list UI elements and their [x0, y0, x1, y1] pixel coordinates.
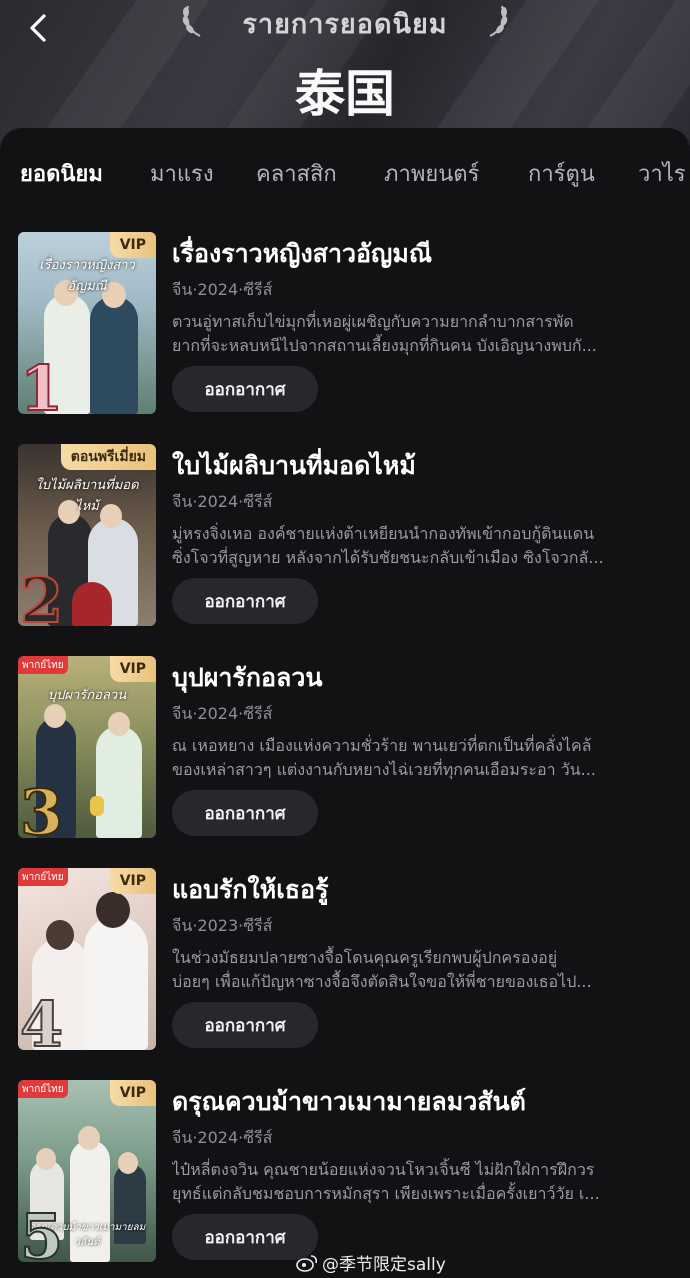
broadcast-button[interactable]: ออกอากาศ [172, 790, 318, 836]
list-item[interactable]: พากย์ไทย VIP 4 แอบรักให้เธอรู้ จีน·2023·… [18, 868, 678, 1050]
show-title[interactable]: ใบไม้ผลิบานที่มอดไหม้ [172, 446, 416, 486]
watermark-text: @季节限定sally [322, 1255, 446, 1275]
show-title[interactable]: บุปผารักอลวน [172, 658, 322, 698]
rank-number: 1 [19, 352, 64, 415]
laurel-icon [489, 5, 508, 37]
rank-number: 5 [19, 1200, 64, 1263]
category-tabs: ยอดนิยม มาแรง คลาสสิก ภาพยนตร์ การ์ตูน ว… [0, 128, 690, 216]
tab-trending[interactable]: มาแรง [150, 156, 214, 191]
thai-dub-badge: พากย์ไทย [18, 868, 68, 886]
description-line: มู่หรงจิ่งเหอ องค์ชายแห่งต้าเหยียนนำกองท… [172, 524, 595, 543]
description-line: ของเหล่าสาวๆ แต่งงานกับหยางไฉ่เวยที่ทุกค… [172, 760, 596, 779]
show-description: ในช่วงมัธยมปลายซางจื้อโดนคุณครูเรียกพบผู… [172, 946, 672, 994]
show-title[interactable]: เรื่องราวหญิงสาวอัญมณี [172, 234, 432, 274]
rank-number: 3 [19, 776, 64, 839]
poster-image[interactable]: ดรุณควบม้าขาวเมามายลมวสันต์ พากย์ไทย VIP… [18, 1080, 156, 1262]
description-line: บ่อยๆ เพื่อแก้ปัญหาซางจื้อจึงตัดสินใจขอใ… [172, 972, 592, 991]
tab-cartoon[interactable]: การ์ตูน [528, 156, 595, 191]
poster-image[interactable]: บุปผารักอลวน พากย์ไทย VIP 3 [18, 656, 156, 838]
show-meta: จีน·2023·ซีรีส์ [172, 916, 273, 935]
description-line: ยุทธ์แต่กลับชมชอบการหมักสุรา เพียงเพราะเ… [172, 1184, 600, 1203]
poster-title: เรื่องราวหญิงสาวอัญมณี [39, 258, 135, 294]
show-title[interactable]: ดรุณควบม้าขาวเมามายลมวสันต์ [172, 1082, 526, 1122]
show-meta: จีน·2024·ซีรีส์ [172, 280, 273, 299]
poster-title: บุปผารักอลวน [47, 688, 127, 703]
description-line: ตวนอู่ทาสเก็บไข่มุกที่เหอผู่เผชิญกับความ… [172, 312, 574, 331]
tab-classic[interactable]: คลาสสิก [256, 156, 337, 191]
tab-movies[interactable]: ภาพยนตร์ [384, 156, 479, 191]
show-meta: จีน·2024·ซีรีส์ [172, 492, 273, 511]
rank-number: 4 [19, 988, 64, 1051]
vip-badge: VIP [109, 868, 156, 894]
list-item[interactable]: ดรุณควบม้าขาวเมามายลมวสันต์ พากย์ไทย VIP… [18, 1080, 678, 1262]
rank-number: 2 [19, 564, 64, 627]
ranking-panel: ยอดนิยม มาแรง คลาสสิก ภาพยนตร์ การ์ตูน ว… [0, 128, 690, 1278]
show-description: ณ เหอหยาง เมืองแห่งความชั่วร้าย พานเยว่ท… [172, 734, 672, 782]
list-item[interactable]: เรื่องราวหญิงสาวอัญมณี VIP 1 เรื่องราวหญ… [18, 232, 678, 414]
poster-image[interactable]: พากย์ไทย VIP 4 [18, 868, 156, 1050]
broadcast-button[interactable]: ออกอากาศ [172, 1002, 318, 1048]
thai-dub-badge: พากย์ไทย [18, 1080, 68, 1098]
show-description: ไป๋หลี่ตงจวิน คุณชายน้อยแห่งจวนโหวเจิ้นซ… [172, 1158, 672, 1206]
poster-title: ใบไม้ผลิบานที่มอดไหม้ [35, 478, 139, 514]
country-title: 泰国 [295, 65, 395, 123]
show-meta: จีน·2024·ซีรีส์ [172, 704, 273, 723]
list-item[interactable]: ใบไม้ผลิบานที่มอดไหม้ ตอนพรีเมี่ยม 2 ใบไ… [18, 444, 678, 626]
show-meta: จีน·2024·ซีรีส์ [172, 1128, 273, 1147]
premium-badge: ตอนพรีเมี่ยม [60, 444, 156, 470]
ranking-label: รายการยอดนิยม [242, 9, 448, 40]
show-description: ตวนอู่ทาสเก็บไข่มุกที่เหอผู่เผชิญกับความ… [172, 310, 672, 358]
description-line: ไป๋หลี่ตงจวิน คุณชายน้อยแห่งจวนโหวเจิ้นซ… [172, 1160, 595, 1179]
thai-dub-badge: พากย์ไทย [18, 656, 68, 674]
broadcast-button[interactable]: ออกอากาศ [172, 578, 318, 624]
poster-image[interactable]: เรื่องราวหญิงสาวอัญมณี VIP 1 [18, 232, 156, 414]
show-title[interactable]: แอบรักให้เธอรู้ [172, 870, 329, 910]
vip-badge: VIP [109, 656, 156, 682]
poster-image[interactable]: ใบไม้ผลิบานที่มอดไหม้ ตอนพรีเมี่ยม 2 [18, 444, 156, 626]
description-line: ซิ่งโจวที่สูญหาย หลังจากได้รับชัยชนะกลับ… [172, 548, 604, 567]
tab-popular[interactable]: ยอดนิยม [20, 156, 103, 191]
description-line: ณ เหอหยาง เมืองแห่งความชั่วร้าย พานเยว่ท… [172, 736, 592, 755]
show-description: มู่หรงจิ่งเหอ องค์ชายแห่งต้าเหยียนนำกองท… [172, 522, 672, 570]
weibo-watermark: @季节限定sally [296, 1250, 446, 1275]
weibo-icon [296, 1254, 318, 1272]
description-line: ยากที่จะหลบหนีไปจากสถานเลี้ยงมุกที่กินคน… [172, 336, 597, 355]
tab-variety[interactable]: วาไร [638, 156, 686, 191]
description-line: ในช่วงมัธยมปลายซางจื้อโดนคุณครูเรียกพบผู… [172, 948, 558, 967]
list-item[interactable]: บุปผารักอลวน พากย์ไทย VIP 3 บุปผารักอลวน… [18, 656, 678, 838]
vip-badge: VIP [109, 1080, 156, 1106]
vip-badge: VIP [109, 232, 156, 258]
broadcast-button[interactable]: ออกอากาศ [172, 366, 318, 412]
